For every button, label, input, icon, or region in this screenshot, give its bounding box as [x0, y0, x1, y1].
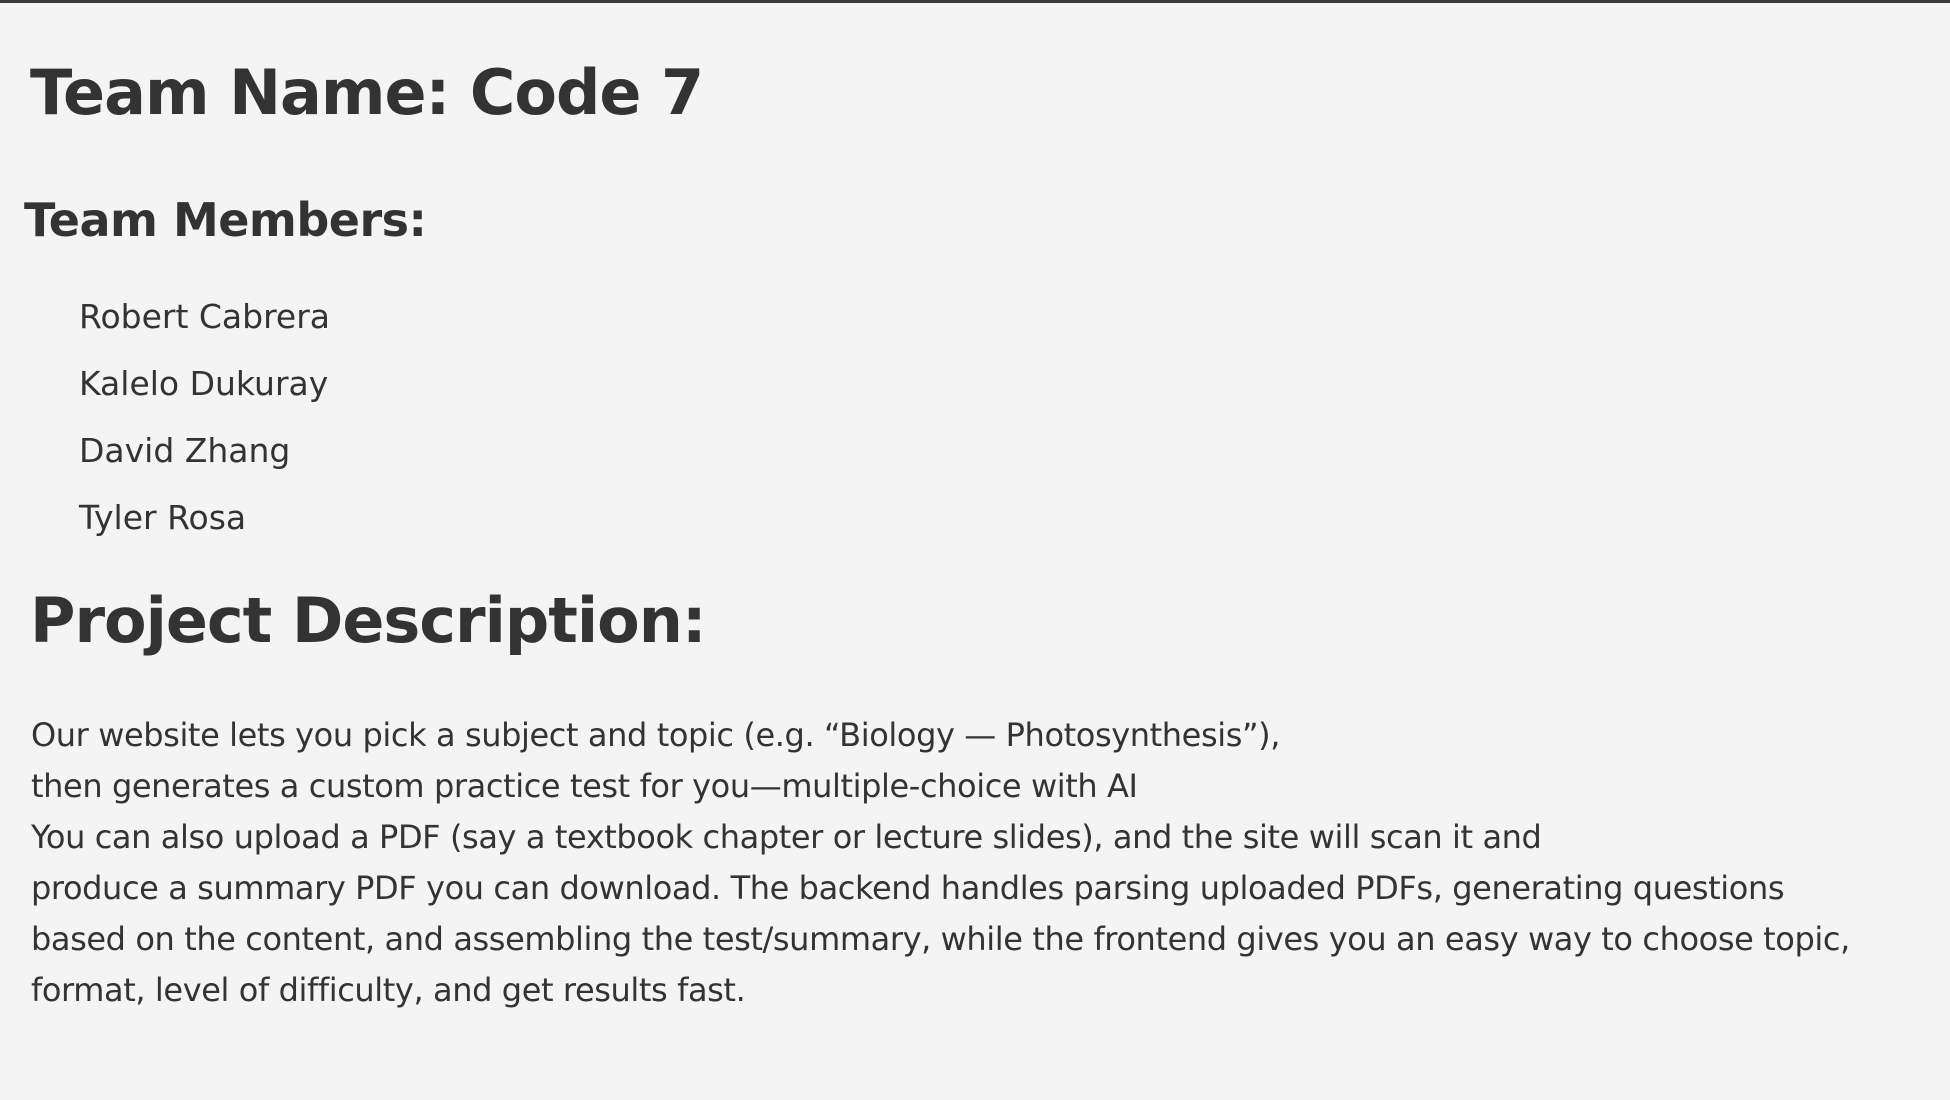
project-description-heading: Project Description: — [30, 584, 707, 657]
project-description-text: Our website lets you pick a subject and … — [31, 710, 1941, 1016]
description-line: then generates a custom practice test fo… — [31, 767, 1138, 805]
page: Team Name: Code 7 Team Members: Robert C… — [0, 3, 1950, 1100]
team-member-kalelo-dukuray: Kalelo Dukuray — [79, 364, 329, 403]
team-member-david-zhang: David Zhang — [79, 431, 291, 470]
team-member-tyler-rosa: Tyler Rosa — [79, 498, 247, 537]
description-line: format, level of difficulty, and get res… — [31, 971, 746, 1009]
description-line: You can also upload a PDF (say a textboo… — [31, 818, 1542, 856]
team-members-heading: Team Members: — [24, 193, 427, 247]
team-name-heading: Team Name: Code 7 — [30, 56, 704, 129]
description-line: produce a summary PDF you can download. … — [31, 869, 1785, 907]
description-line: based on the content, and assembling the… — [31, 920, 1850, 958]
team-member-robert-cabrera: Robert Cabrera — [79, 297, 331, 336]
team-members-list: Robert Cabrera Kalelo Dukuray David Zhan… — [79, 283, 330, 551]
description-line: Our website lets you pick a subject and … — [31, 716, 1281, 754]
